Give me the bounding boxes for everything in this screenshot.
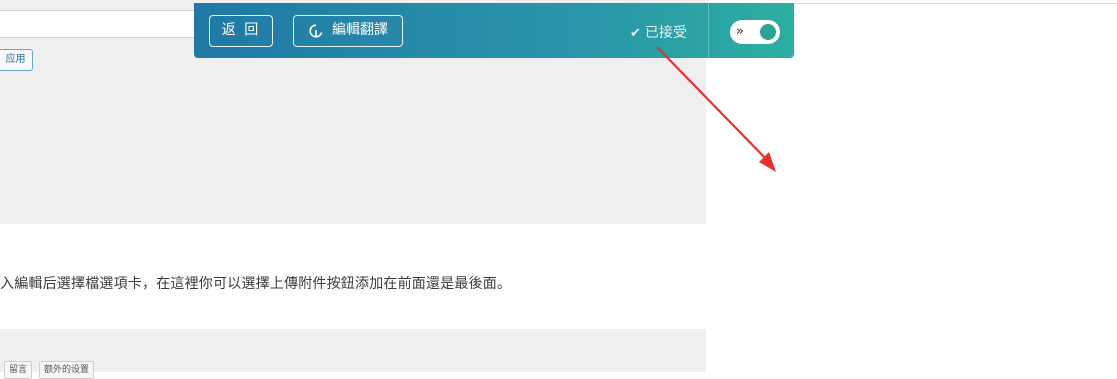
annotation-arrow bbox=[656, 46, 776, 172]
